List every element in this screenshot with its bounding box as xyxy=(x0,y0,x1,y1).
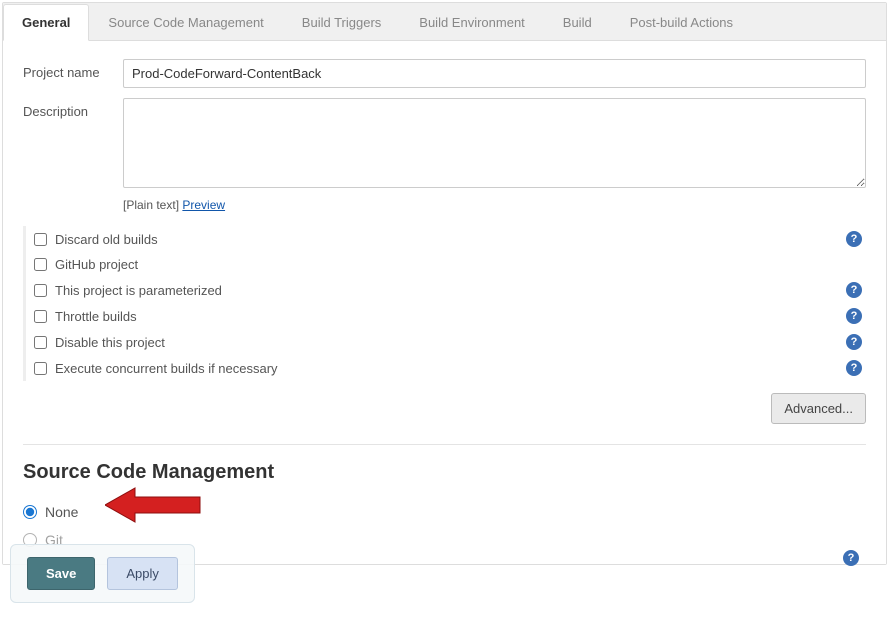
checkbox-discard-old-builds[interactable] xyxy=(34,233,47,246)
advanced-button[interactable]: Advanced... xyxy=(771,393,866,424)
tab-build-triggers[interactable]: Build Triggers xyxy=(283,4,400,41)
scm-section-title: Source Code Management xyxy=(23,461,866,484)
help-icon[interactable]: ? xyxy=(846,308,862,324)
label-concurrent-builds: Execute concurrent builds if necessary xyxy=(55,361,846,376)
tab-general[interactable]: General xyxy=(3,4,89,41)
option-disable-project: Disable this project ? xyxy=(26,329,866,355)
description-hint: [Plain text] Preview xyxy=(123,198,866,212)
tab-scm[interactable]: Source Code Management xyxy=(89,4,282,41)
config-panel: General Source Code Management Build Tri… xyxy=(2,2,887,565)
checkbox-disable-project[interactable] xyxy=(34,336,47,349)
footer-buttons: Save Apply xyxy=(10,544,195,603)
divider xyxy=(23,444,866,445)
tab-content: Project name Description [Plain text] Pr… xyxy=(3,41,886,564)
checkbox-concurrent-builds[interactable] xyxy=(34,362,47,375)
label-discard-old-builds: Discard old builds xyxy=(55,232,846,247)
checkbox-github-project[interactable] xyxy=(34,258,47,271)
checkbox-throttle-builds[interactable] xyxy=(34,310,47,323)
radio-scm-none[interactable] xyxy=(23,505,37,519)
apply-button[interactable]: Apply xyxy=(107,557,178,590)
tab-build[interactable]: Build xyxy=(544,4,611,41)
option-concurrent-builds: Execute concurrent builds if necessary ? xyxy=(26,355,866,381)
tab-build-environment[interactable]: Build Environment xyxy=(400,4,544,41)
option-parameterized: This project is parameterized ? xyxy=(26,277,866,303)
preview-link[interactable]: Preview xyxy=(182,198,225,212)
checkbox-parameterized[interactable] xyxy=(34,284,47,297)
help-icon[interactable]: ? xyxy=(846,334,862,350)
description-input[interactable] xyxy=(123,98,866,188)
label-scm-none: None xyxy=(45,504,78,520)
project-name-label: Project name xyxy=(23,59,123,80)
label-parameterized: This project is parameterized xyxy=(55,283,846,298)
label-disable-project: Disable this project xyxy=(55,335,846,350)
option-discard-old-builds: Discard old builds ? xyxy=(26,226,866,252)
help-icon[interactable]: ? xyxy=(846,360,862,376)
option-throttle-builds: Throttle builds ? xyxy=(26,303,866,329)
advanced-row: Advanced... xyxy=(23,381,866,424)
project-name-input[interactable] xyxy=(123,59,866,88)
tab-bar: General Source Code Management Build Tri… xyxy=(3,3,886,41)
plain-text-label: [Plain text] xyxy=(123,198,179,212)
description-label: Description xyxy=(23,98,123,119)
help-icon[interactable]: ? xyxy=(843,550,859,566)
option-github-project: GitHub project xyxy=(26,252,866,277)
option-list: Discard old builds ? GitHub project This… xyxy=(23,226,866,381)
save-button[interactable]: Save xyxy=(27,557,95,590)
description-row: Description xyxy=(23,98,866,188)
project-name-row: Project name xyxy=(23,59,866,88)
tab-post-build[interactable]: Post-build Actions xyxy=(611,4,752,41)
scm-option-none: None xyxy=(23,498,866,526)
label-throttle-builds: Throttle builds xyxy=(55,309,846,324)
label-github-project: GitHub project xyxy=(55,257,866,272)
help-icon[interactable]: ? xyxy=(846,231,862,247)
help-icon[interactable]: ? xyxy=(846,282,862,298)
